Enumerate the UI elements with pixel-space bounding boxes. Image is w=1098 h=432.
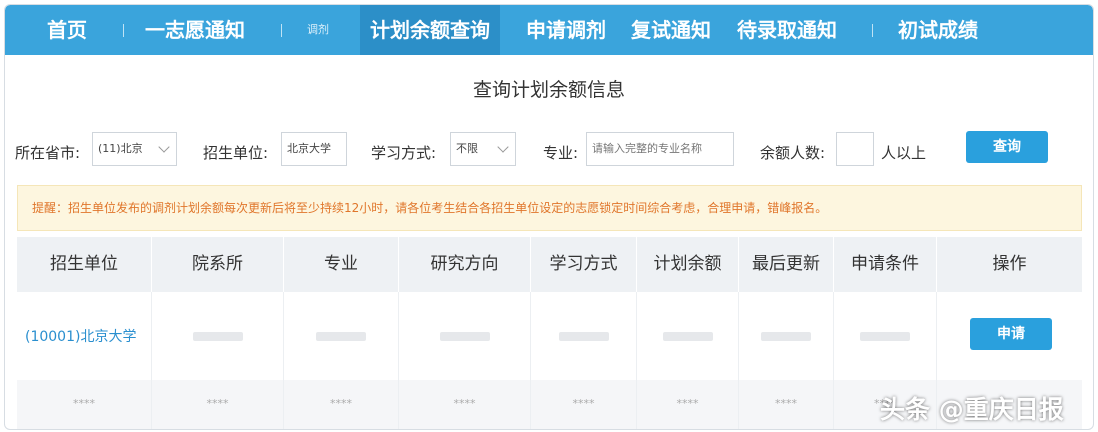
placeholder-bar (439, 332, 490, 341)
query-button[interactable]: 查询 (966, 131, 1048, 163)
nav-item-initial-scores[interactable]: 初试成绩 (898, 5, 978, 55)
province-label: 所在省市: (15, 144, 81, 162)
placeholder-bar (558, 332, 609, 341)
chevron-down-icon (158, 141, 170, 153)
major-label: 专业: (543, 144, 579, 162)
unit-input[interactable]: 北京大学 (281, 132, 347, 166)
table-cell: (10001)北京大学 (17, 292, 152, 380)
remaining-count-input[interactable] (836, 132, 874, 166)
nav-separator (872, 24, 873, 37)
study-mode-select[interactable]: 不限 (450, 132, 516, 166)
column-header: 专业 (284, 237, 399, 292)
table-header: 招生单位 院系所 专业 研究方向 学习方式 计划余额 最后更新 申请条件 操作 (17, 237, 1082, 292)
table-cell (152, 292, 284, 380)
nav-item-home[interactable]: 首页 (47, 5, 87, 55)
masked-value: **** (330, 397, 352, 410)
nav-item-adjustment[interactable]: 调剂 (307, 5, 329, 55)
unit-value: 北京大学 (287, 142, 331, 155)
placeholder-bar (662, 332, 713, 341)
table-cell (284, 292, 399, 380)
table-cell: **** (739, 380, 834, 429)
table-cell: **** (637, 380, 739, 429)
table-cell (637, 292, 739, 380)
masked-value: **** (572, 397, 595, 410)
remaining-suffix: 人以上 (881, 144, 927, 162)
table-cell (531, 292, 637, 380)
column-header: 计划余额 (637, 237, 739, 292)
nav-separator (123, 24, 124, 37)
table-cell (739, 292, 834, 380)
major-placeholder: 请输入完整的专业名称 (592, 142, 702, 155)
column-header: 研究方向 (399, 237, 531, 292)
top-nav: 首页 一志愿通知 调剂 计划余额查询 申请调剂 复试通知 待录取通知 初试成绩 (5, 5, 1093, 55)
placeholder-bar (860, 332, 910, 341)
chevron-down-icon (497, 141, 509, 153)
notice-text: 提醒：招生单位发布的调剂计划余额每次更新后将至少持续12小时，请各位考生结合各招… (32, 201, 828, 215)
page-title: 查询计划余额信息 (472, 79, 625, 101)
column-header: 操作 (992, 254, 1027, 274)
table-cell (834, 292, 937, 380)
study-mode-value: 不限 (456, 142, 478, 155)
table-cell: **** (152, 380, 284, 429)
table-row: (10001)北京大学 申请 (17, 292, 1082, 380)
tab-plan-balance-query[interactable]: 计划余额查询 (360, 5, 500, 55)
table-cell: **** (284, 380, 399, 429)
table-cell: **** (531, 380, 637, 429)
table-cell: 申请 (937, 292, 1082, 380)
nav-separator (281, 24, 282, 37)
nav-item-apply-adjustment[interactable]: 申请调剂 (526, 5, 606, 55)
table-cell: **** (399, 380, 531, 429)
table-cell (399, 292, 531, 380)
notice-banner: 提醒：招生单位发布的调剂计划余额每次更新后将至少持续12小时，请各位考生结合各招… (17, 185, 1082, 231)
unit-label: 招生单位: (203, 144, 269, 162)
province-value: (11)北京 (98, 142, 143, 155)
placeholder-bar (192, 332, 243, 341)
column-header: 院系所 (152, 237, 284, 292)
column-header: 招生单位 (17, 237, 152, 292)
study-mode-label: 学习方式: (371, 144, 437, 162)
nav-item-admission-notice[interactable]: 待录取通知 (737, 5, 837, 55)
watermark: 头条 @重庆日报 (880, 395, 1064, 424)
placeholder-bar (316, 332, 366, 341)
province-select[interactable]: (11)北京 (92, 132, 177, 166)
column-header: 学习方式 (531, 237, 637, 292)
unit-link[interactable]: (10001)北京大学 (25, 326, 136, 346)
column-header: 申请条件 (834, 237, 937, 292)
masked-value: **** (206, 397, 229, 410)
masked-value: **** (775, 397, 797, 410)
apply-button[interactable]: 申请 (970, 318, 1052, 350)
masked-value: **** (676, 397, 699, 410)
remaining-label: 余额人数: (760, 144, 826, 162)
masked-value: **** (453, 397, 476, 410)
column-header: 最后更新 (739, 237, 834, 292)
masked-value: **** (73, 397, 95, 410)
placeholder-bar (761, 332, 811, 341)
app-frame: 首页 一志愿通知 调剂 计划余额查询 申请调剂 复试通知 待录取通知 初试成绩 … (4, 4, 1094, 430)
table-cell: **** (17, 380, 152, 429)
nav-item-first-choice[interactable]: 一志愿通知 (145, 5, 245, 55)
nav-item-retest-notice[interactable]: 复试通知 (631, 5, 711, 55)
major-input[interactable]: 请输入完整的专业名称 (586, 132, 734, 166)
